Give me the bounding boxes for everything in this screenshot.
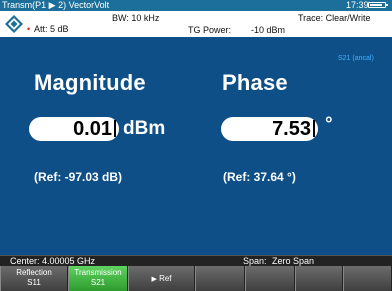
- phase-unit: °: [325, 114, 333, 135]
- phase-heading: Phase: [222, 70, 288, 95]
- attenuation-readout: Att: 5 dB: [34, 24, 69, 34]
- clock: 17:39: [346, 0, 369, 10]
- reflection-s11-button[interactable]: Reflection S11: [0, 266, 68, 291]
- magnitude-unit: dBm: [123, 118, 166, 139]
- ref-button[interactable]: ▶ Ref: [128, 266, 195, 291]
- transmission-s21-button[interactable]: Transmission S21: [68, 266, 128, 291]
- bandwidth-readout: BW: 10 kHz: [112, 13, 160, 23]
- softkey-4[interactable]: [195, 266, 245, 291]
- trace-id-label: S21 (ancal): [338, 55, 374, 62]
- magnitude-value: 0.01: [73, 118, 112, 140]
- softkey-6[interactable]: [295, 266, 343, 291]
- phase-value: 7.53: [272, 118, 311, 140]
- tg-power-label: TG Power:: [188, 25, 232, 35]
- tg-power-value: -10 dBm: [251, 25, 286, 35]
- magnitude-reference: (Ref: -97.03 dB): [34, 170, 123, 184]
- window-title: Transm(P1 ▶ 2) VectorVolt: [2, 0, 110, 10]
- att-marker: •: [27, 24, 31, 34]
- trace-mode-readout: Trace: Clear/Write: [298, 13, 371, 23]
- phase-cursor: [313, 120, 315, 137]
- magnitude-value-field[interactable]: 0.01: [29, 117, 119, 141]
- magnitude-heading: Magnitude: [34, 70, 146, 95]
- magnitude-cursor: [114, 120, 116, 137]
- softkey-5[interactable]: [245, 266, 295, 291]
- softkey-bar: Reflection S11 Transmission S21 ▶ Ref: [0, 266, 392, 291]
- status-bar: Center: 4.00005 GHz Span: Zero Span: [0, 255, 392, 266]
- phase-value-field[interactable]: 7.53: [221, 117, 318, 141]
- triangle-right-icon: ▶: [151, 276, 157, 283]
- measurement-display: S21 (ancal) Magnitude 0.01 dBm (Ref: -97…: [0, 37, 392, 255]
- title-bar: Transm(P1 ▶ 2) VectorVolt 17:39: [0, 0, 392, 11]
- battery-icon: [368, 2, 388, 8]
- info-bar: • Att: 5 dB BW: 10 kHz TG Power: -10 dBm…: [0, 11, 392, 37]
- rohde-schwarz-logo-icon: [5, 15, 23, 33]
- phase-reference: (Ref: 37.64 °): [223, 170, 296, 184]
- softkey-7[interactable]: [343, 266, 392, 291]
